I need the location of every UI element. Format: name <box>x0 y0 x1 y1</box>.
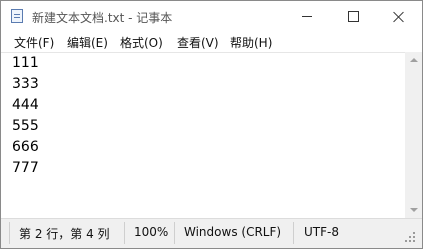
menu-format[interactable]: 格式(O) <box>120 34 163 51</box>
close-icon <box>393 11 405 23</box>
notepad-icon <box>11 9 23 23</box>
text-line: 666 <box>12 139 39 155</box>
menu-help[interactable]: 帮助(H) <box>230 34 272 51</box>
vertical-scrollbar[interactable] <box>405 52 422 218</box>
status-bar: 第 2 行，第 4 列 100% Windows (CRLF) UTF-8 <box>1 218 422 248</box>
title-bar[interactable]: 新建文本文档.txt - 记事本 <box>1 1 422 32</box>
line-ending: Windows (CRLF) <box>184 225 282 239</box>
menu-bar: 文件(F) 编辑(E) 格式(O) 查看(V) 帮助(H) <box>1 32 422 52</box>
status-divider <box>9 222 10 244</box>
zoom-level: 100% <box>134 225 169 239</box>
encoding: UTF-8 <box>304 225 339 239</box>
menu-edit[interactable]: 编辑(E) <box>67 34 108 51</box>
text-line: 777 <box>12 160 39 176</box>
status-divider <box>124 222 125 244</box>
minimize-button[interactable] <box>284 1 330 32</box>
status-divider <box>174 222 175 244</box>
window-title: 新建文本文档.txt - 记事本 <box>32 11 173 25</box>
maximize-button[interactable] <box>330 1 376 32</box>
close-button[interactable] <box>376 1 422 32</box>
text-line: 333 <box>12 76 39 92</box>
status-divider <box>293 222 294 244</box>
scroll-down-icon[interactable] <box>410 208 418 212</box>
scroll-up-icon[interactable] <box>410 58 418 62</box>
resize-grip-icon[interactable] <box>405 232 417 244</box>
maximize-icon <box>347 11 359 22</box>
text-editor[interactable]: 111 333 444 555 666 777 <box>1 52 405 219</box>
text-line: 555 <box>12 118 39 134</box>
minimize-icon <box>302 16 312 17</box>
text-line: 111 <box>12 55 39 71</box>
cursor-position: 第 2 行，第 4 列 <box>19 227 110 241</box>
notepad-window: 新建文本文档.txt - 记事本 文件(F) 编辑(E) 格式(O) 查看(V)… <box>0 0 423 249</box>
menu-file[interactable]: 文件(F) <box>14 34 54 51</box>
text-line: 444 <box>12 97 39 113</box>
menu-view[interactable]: 查看(V) <box>177 34 219 51</box>
